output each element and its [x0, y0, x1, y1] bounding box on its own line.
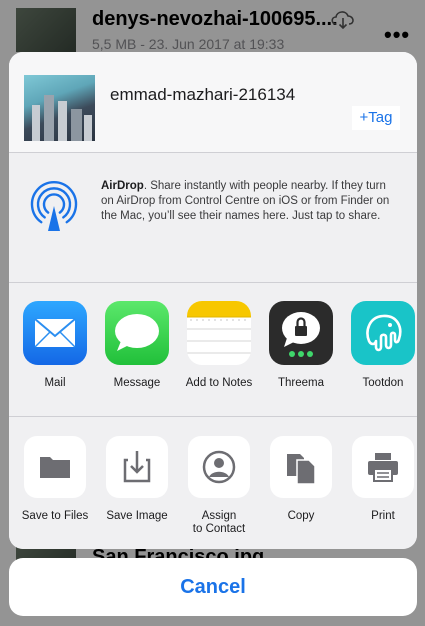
notes-icon	[187, 301, 251, 365]
message-icon	[105, 301, 169, 365]
action-label: Print	[371, 510, 395, 522]
file-name: emmad-mazhari-216134	[110, 85, 296, 104]
copy-icon	[270, 436, 332, 498]
mail-icon	[23, 301, 87, 365]
share-app-tootdon[interactable]: Tootdon	[343, 301, 417, 389]
contact-icon	[188, 436, 250, 498]
share-app-message[interactable]: Message	[97, 301, 177, 389]
app-label: Threema	[277, 377, 325, 389]
airdrop-icon[interactable]	[28, 179, 80, 231]
action-label: Save Image	[106, 510, 168, 522]
app-label: Tootdon	[362, 377, 404, 389]
share-app-threema[interactable]: Threema	[261, 301, 341, 389]
tootdon-icon	[351, 301, 415, 365]
save-image-icon	[106, 436, 168, 498]
airdrop-description: AirDrop. Share instantly with people nea…	[101, 179, 391, 224]
threema-icon	[269, 301, 333, 365]
app-label: Add to Notes	[185, 377, 253, 389]
action-assign-to-contact[interactable]: Assign to Contact	[179, 436, 259, 536]
airdrop-name: AirDrop	[101, 180, 144, 192]
airdrop-text: . Share instantly with people nearby. If…	[101, 180, 390, 222]
action-label: Copy	[287, 510, 315, 522]
add-tag-button[interactable]: +Tag	[352, 106, 400, 130]
action-print[interactable]: Print	[343, 436, 417, 523]
action-copy[interactable]: Copy	[261, 436, 341, 523]
share-app-mail[interactable]: Mail	[15, 301, 95, 389]
action-label: Save to Files	[21, 510, 89, 522]
share-sheet: emmad-mazhari-216134 +Tag AirDrop. Share…	[9, 52, 417, 549]
app-label: Message	[113, 377, 161, 389]
print-icon	[352, 436, 414, 498]
action-label: Assign to Contact	[192, 510, 246, 535]
share-app-notes[interactable]: Add to Notes	[179, 301, 259, 389]
image-thumbnail	[24, 75, 95, 141]
cancel-button[interactable]: Cancel	[9, 558, 417, 616]
folder-icon	[24, 436, 86, 498]
action-save-to-files[interactable]: Save to Files	[15, 436, 95, 523]
share-header: emmad-mazhari-216134 +Tag	[9, 52, 417, 153]
action-save-image[interactable]: Save Image	[97, 436, 177, 523]
app-label: Mail	[44, 377, 66, 389]
